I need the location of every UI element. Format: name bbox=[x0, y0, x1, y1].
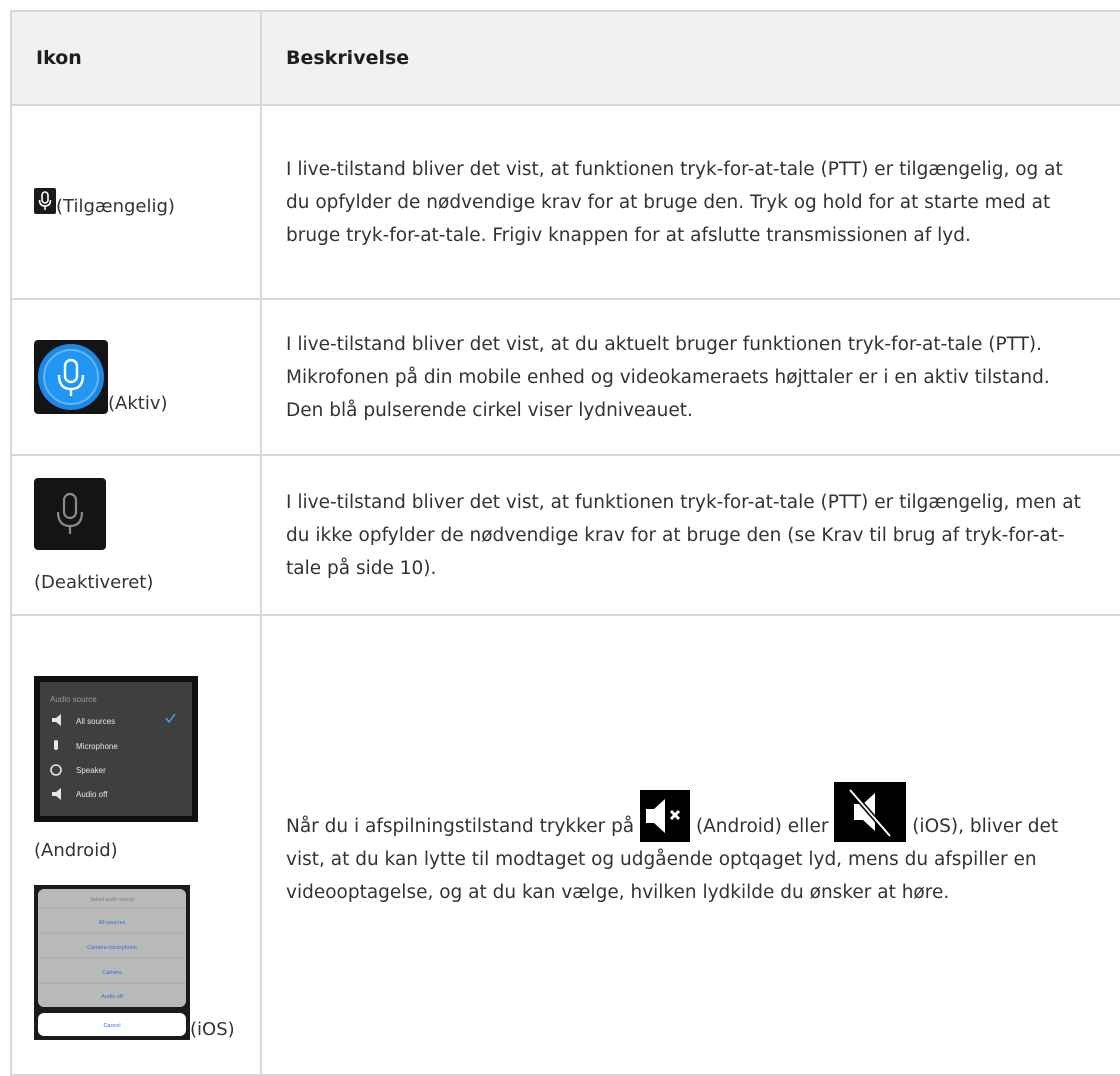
ios-cancel-item: Cancel bbox=[103, 1023, 120, 1029]
microphone-active-icon bbox=[34, 340, 108, 414]
description-cell: Når du i afspilningstilstand trykker på … bbox=[260, 614, 1120, 1076]
icon-caption: (Deaktiveret) bbox=[34, 571, 154, 593]
ios-menu-item: Audio off bbox=[101, 994, 123, 1000]
android-menu-title: Audio source bbox=[50, 695, 97, 704]
icon-cell: (Tilgængelig) bbox=[10, 104, 262, 300]
ios-menu-item: All sources bbox=[99, 920, 126, 926]
speaker-icon bbox=[52, 714, 61, 726]
ios-menu-title: Select audio source bbox=[90, 897, 134, 903]
description-cell: I live-tilstand bliver det vist, at funk… bbox=[260, 454, 1120, 616]
microphone-available-icon bbox=[34, 187, 56, 214]
icon-cell: (Deaktiveret) bbox=[10, 454, 262, 616]
svg-text:Microphone: Microphone bbox=[76, 742, 118, 751]
icon-caption: (Tilgængelig) bbox=[56, 195, 175, 217]
table-row: (Tilgængelig) I live-tilstand bliver det… bbox=[10, 104, 1120, 300]
ios-audio-source-menu-screenshot: Select audio source All sources Camera m… bbox=[34, 885, 190, 1040]
ios-menu-item: Camera bbox=[102, 970, 123, 976]
microphone-disabled-icon bbox=[34, 477, 106, 550]
ios-caption: (iOS) bbox=[190, 1019, 235, 1040]
header-description-column: Beskrivelse bbox=[260, 10, 1120, 106]
audio-off-icon bbox=[52, 788, 61, 800]
svg-text:All sources: All sources bbox=[76, 717, 115, 726]
icon-cell: (Aktiv) bbox=[10, 298, 262, 456]
description-text-part1: Når du i afspilningstilstand trykker på bbox=[286, 815, 635, 837]
description-text-part2: (Android) eller bbox=[695, 815, 829, 837]
icon-caption: (Aktiv) bbox=[108, 393, 168, 414]
icon-cell: Audio source All sources Microphone Spea… bbox=[10, 614, 262, 1076]
svg-text:Speaker: Speaker bbox=[76, 766, 106, 775]
table-row: (Aktiv) I live-tilstand bliver det vist,… bbox=[10, 298, 1120, 456]
description-cell: I live-tilstand bliver det vist, at du a… bbox=[260, 298, 1120, 456]
table-row: (Deaktiveret) I live-tilstand bliver det… bbox=[10, 454, 1120, 616]
android-menu-item: Microphone bbox=[54, 740, 118, 751]
microphone-icon bbox=[54, 740, 58, 750]
ios-menu-item: Camera microphone bbox=[87, 945, 137, 951]
mute-ios-icon bbox=[834, 781, 907, 842]
android-menu-item: Speaker bbox=[50, 764, 106, 776]
android-menu-item: All sources bbox=[52, 713, 176, 726]
svg-text:Audio off: Audio off bbox=[76, 790, 108, 799]
header-icon-column: Ikon bbox=[10, 10, 262, 106]
speaker-output-icon bbox=[50, 764, 62, 776]
mute-android-icon bbox=[640, 789, 691, 842]
table-row: Audio source All sources Microphone Spea… bbox=[10, 614, 1120, 1076]
icon-description-table: Ikon Beskrivelse (Tilgængelig) I live-ti… bbox=[10, 10, 1120, 1076]
android-audio-source-menu-screenshot: Audio source All sources Microphone Spea… bbox=[34, 676, 198, 822]
checkmark-icon bbox=[165, 713, 176, 724]
description-cell: I live-tilstand bliver det vist, at funk… bbox=[260, 104, 1120, 300]
android-caption: (Android) bbox=[34, 840, 118, 861]
table-header-row: Ikon Beskrivelse bbox=[10, 10, 1120, 106]
android-menu-item: Audio off bbox=[52, 788, 108, 800]
